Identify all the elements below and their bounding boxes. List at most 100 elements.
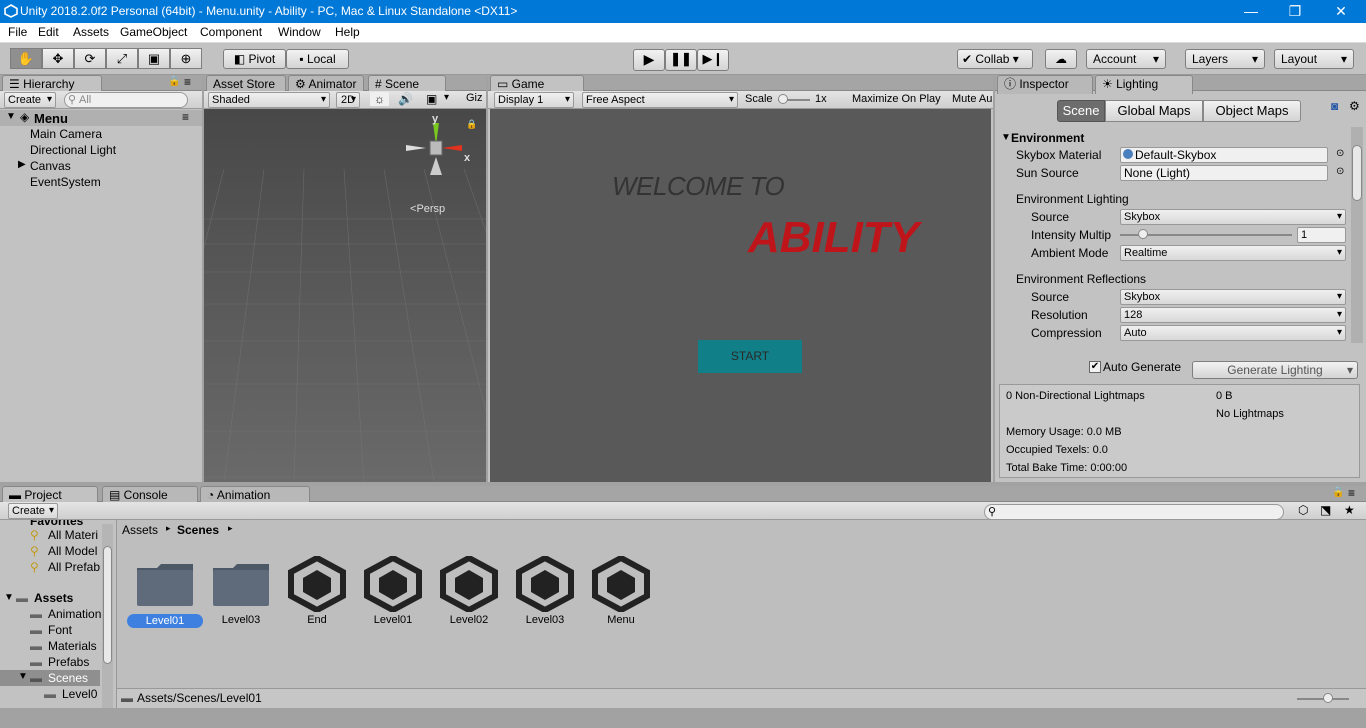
cloud-icon[interactable]: ☁ xyxy=(1045,49,1077,69)
list-item-event-system[interactable]: EventSystem xyxy=(30,175,101,189)
gear-icon[interactable]: ⚙ xyxy=(1349,99,1360,113)
menu-component[interactable]: Component xyxy=(200,25,262,39)
expand-arrow-icon[interactable]: ▼ xyxy=(18,671,28,682)
icon-size-slider-thumb[interactable] xyxy=(1323,693,1333,703)
move-tool-icon[interactable]: ✥ xyxy=(42,48,74,69)
ambient-mode-dropdown[interactable]: Realtime xyxy=(1120,245,1346,261)
scrollbar-thumb[interactable] xyxy=(103,546,112,664)
rect-tool-icon[interactable]: ▣ xyxy=(138,48,170,69)
rotate-tool-icon[interactable]: ⟳ xyxy=(74,48,106,69)
generate-lighting-button[interactable]: Generate Lighting ▾ xyxy=(1192,361,1358,379)
display-dropdown[interactable]: Display 1 xyxy=(494,92,574,108)
tree-materials[interactable]: Materials xyxy=(48,639,97,653)
file-item-level03-folder[interactable]: Level03 xyxy=(203,560,279,640)
close-button[interactable]: ✕ xyxy=(1318,0,1364,23)
step-button[interactable]: ▶❙ xyxy=(697,49,729,71)
shading-dropdown[interactable]: Shaded xyxy=(208,92,330,108)
minimize-button[interactable]: — xyxy=(1228,0,1274,23)
object-picker-icon[interactable]: ⊙ xyxy=(1336,148,1344,159)
fav-all-models[interactable]: All Model xyxy=(48,544,97,558)
scrollbar-thumb[interactable] xyxy=(1352,145,1362,201)
effects-icon[interactable]: ▣ xyxy=(426,92,437,106)
account-dropdown[interactable]: Account ▾ xyxy=(1086,49,1166,69)
file-item-end-scene[interactable]: End xyxy=(279,556,355,640)
subtab-scene[interactable]: Scene xyxy=(1057,100,1105,122)
expand-arrow-icon[interactable]: ▶ xyxy=(18,159,26,170)
file-item-level01-folder[interactable]: Level01 xyxy=(127,560,203,640)
subtab-global-maps[interactable]: Global Maps xyxy=(1105,100,1203,122)
transform-tool-icon[interactable]: ⊕ xyxy=(170,48,202,69)
audio-toggle-icon[interactable]: 🔊 xyxy=(398,92,413,106)
skybox-field[interactable]: Default-Skybox xyxy=(1120,147,1328,163)
chevron-down-icon[interactable]: ▾ xyxy=(444,92,449,103)
tree-font[interactable]: Font xyxy=(48,623,72,637)
breadcrumb-assets[interactable]: Assets xyxy=(122,523,158,537)
menu-help[interactable]: Help xyxy=(335,25,360,39)
local-button[interactable]: ▪ Local xyxy=(286,49,349,69)
fav-all-materials[interactable]: All Materi xyxy=(48,528,98,542)
scene-header[interactable]: ▼ ◈ Menu ≡ xyxy=(0,110,202,126)
pivot-button[interactable]: ◧ Pivot xyxy=(223,49,286,69)
scale-slider-thumb[interactable] xyxy=(778,94,788,104)
pause-button[interactable]: ❚❚ xyxy=(665,49,697,71)
scale-slider[interactable] xyxy=(778,94,810,104)
reflection-source-dropdown[interactable]: Skybox xyxy=(1120,289,1346,305)
menu-edit[interactable]: Edit xyxy=(38,25,59,39)
fav-all-prefabs[interactable]: All Prefab xyxy=(48,560,100,574)
collab-button[interactable]: ✔ Collab ▾ xyxy=(957,49,1033,69)
intensity-slider[interactable] xyxy=(1120,229,1292,239)
scale-tool-icon[interactable]: ⤢ xyxy=(106,48,138,69)
tab-inspector[interactable]: ⓘ Inspector xyxy=(997,75,1093,94)
file-item-menu-scene[interactable]: Menu xyxy=(583,556,659,640)
file-item-level01-scene[interactable]: Level01 xyxy=(355,556,431,640)
inspector-scrollbar[interactable] xyxy=(1351,127,1363,343)
source-dropdown[interactable]: Skybox xyxy=(1120,209,1346,225)
panel-menu-icon[interactable]: ≡ xyxy=(1348,486,1355,500)
layout-dropdown[interactable]: Layout ▾ xyxy=(1274,49,1354,69)
compression-dropdown[interactable]: Auto xyxy=(1120,325,1346,341)
lock-icon[interactable]: 🔒 xyxy=(466,119,477,130)
tree-prefabs[interactable]: Prefabs xyxy=(48,655,89,669)
resolution-dropdown[interactable]: 128 xyxy=(1120,307,1346,323)
maximize-on-play-toggle[interactable]: Maximize On Play xyxy=(852,93,941,105)
filter-label-icon[interactable]: ⬔ xyxy=(1320,503,1331,517)
favorite-star-icon[interactable]: ★ xyxy=(1344,503,1355,517)
expand-arrow-icon[interactable]: ▼ xyxy=(4,592,14,603)
start-button[interactable]: START xyxy=(698,340,802,373)
icon-size-slider[interactable] xyxy=(1297,693,1349,703)
expand-arrow-icon[interactable]: ▼ xyxy=(6,111,16,122)
layers-dropdown[interactable]: Layers ▾ xyxy=(1185,49,1265,69)
play-button[interactable]: ▶ xyxy=(633,49,665,71)
tree-animation[interactable]: Animation xyxy=(48,607,101,621)
tree-level0[interactable]: Level0 xyxy=(62,687,97,701)
intensity-input[interactable]: 1 xyxy=(1297,227,1346,243)
intensity-slider-thumb[interactable] xyxy=(1138,229,1148,239)
object-picker-icon[interactable]: ⊙ xyxy=(1336,166,1344,177)
project-search-input[interactable]: ⚲ xyxy=(984,504,1284,520)
environment-header[interactable]: Environment xyxy=(1011,131,1084,145)
list-item-main-camera[interactable]: Main Camera xyxy=(30,127,102,141)
lock-icon[interactable]: 🔒 xyxy=(1332,487,1344,498)
lock-icon[interactable]: 🔒 xyxy=(168,76,180,87)
project-create-dropdown[interactable]: Create xyxy=(8,503,58,519)
menu-file[interactable]: File xyxy=(8,25,27,39)
aspect-dropdown[interactable]: Free Aspect xyxy=(582,92,738,108)
expand-arrow-icon[interactable]: ▼ xyxy=(1001,132,1011,143)
favorites-header[interactable]: Favorites xyxy=(30,520,83,528)
lighting-toggle-icon[interactable]: ☼ xyxy=(370,92,389,106)
menu-gameobject[interactable]: GameObject xyxy=(120,25,187,39)
auto-generate-checkbox[interactable]: ✔ xyxy=(1089,361,1101,373)
menu-assets[interactable]: Assets xyxy=(73,25,109,39)
list-item-directional-light[interactable]: Directional Light xyxy=(30,143,116,157)
sun-source-field[interactable]: None (Light) xyxy=(1120,165,1328,181)
breadcrumb-scenes[interactable]: Scenes xyxy=(177,523,219,537)
2d-toggle[interactable]: 2D xyxy=(336,92,360,108)
panel-menu-icon[interactable]: ≡ xyxy=(184,75,191,89)
scene-viewport[interactable]: y x 🔒 <Persp xyxy=(204,109,486,482)
tab-lighting[interactable]: ☀ Lighting xyxy=(1095,75,1193,94)
list-item-canvas[interactable]: Canvas xyxy=(30,159,71,173)
tree-scenes-row[interactable]: ▼ ▬ Scenes xyxy=(0,670,100,686)
menu-window[interactable]: Window xyxy=(278,25,321,39)
hand-tool-icon[interactable]: ✋ xyxy=(10,48,42,69)
scene-menu-icon[interactable]: ≡ xyxy=(182,110,189,124)
